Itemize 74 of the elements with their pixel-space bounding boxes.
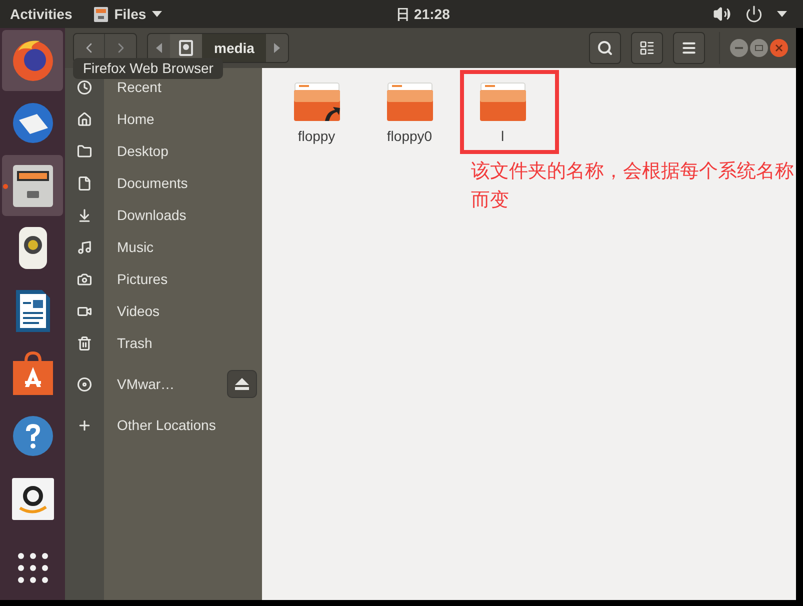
trash-icon [77, 336, 92, 350]
camera-icon [77, 272, 92, 286]
home-icon [77, 112, 92, 126]
file-cabinet-icon [10, 162, 54, 209]
sidebar-label: Home [117, 110, 154, 128]
eject-button[interactable] [227, 370, 257, 398]
sidebar-item[interactable]: Pictures [65, 263, 262, 295]
download-icon [77, 208, 92, 222]
sidebar-item[interactable]: Videos [65, 295, 262, 327]
sidebar-label: Music [117, 238, 154, 256]
sidebar-label: Videos [117, 302, 160, 320]
shopping-bag-icon [10, 350, 54, 397]
arrow-left-icon [156, 43, 162, 53]
path-button[interactable]: media [202, 34, 266, 62]
eject-icon [235, 378, 249, 390]
sidebar-item[interactable]: Other Locations [65, 409, 262, 441]
volume-icon[interactable] [713, 5, 731, 23]
sidebar-label: Pictures [117, 270, 168, 288]
sidebar-item[interactable]: VMwar… [65, 368, 262, 400]
folder-icon [292, 81, 340, 123]
folder-icon [478, 81, 526, 123]
sidebar-item[interactable]: Trash [65, 327, 262, 359]
clock[interactable]: 日 21:28 [396, 4, 450, 24]
sidebar-label: Recent [117, 78, 162, 96]
arrow-right-icon [274, 43, 280, 53]
folder-name: l [500, 127, 504, 146]
close-icon [775, 44, 783, 52]
tooltip: Firefox Web Browser [73, 58, 224, 79]
menu-button[interactable] [673, 32, 705, 64]
file-icon [77, 176, 92, 190]
dock-item[interactable] [2, 155, 63, 216]
activities-button[interactable]: Activities [10, 4, 72, 24]
clock-icon [77, 80, 92, 94]
caret-icon [152, 11, 162, 17]
search-icon [597, 40, 613, 56]
help-icon [12, 415, 54, 458]
drive-icon [179, 40, 193, 56]
minus-icon [735, 47, 743, 49]
sidebar-label: Other Locations [117, 416, 216, 434]
file-cabinet-icon [94, 6, 108, 22]
folder-icon [77, 144, 92, 158]
list-view-icon [639, 40, 655, 56]
caret-icon[interactable] [777, 11, 787, 17]
app-menu[interactable]: Files [114, 4, 146, 24]
sidebar-item[interactable]: Documents [65, 167, 262, 199]
folder-name: floppy0 [386, 127, 432, 146]
annotation-text: 该文件夹的名称，会根据每个系统名称而变 [471, 160, 795, 213]
folder-icon [386, 81, 434, 123]
disc-icon [77, 376, 92, 392]
view-toggle-button[interactable] [631, 32, 663, 64]
sidebar-item[interactable]: Music [65, 231, 262, 263]
sidebar-item[interactable]: Downloads [65, 199, 262, 231]
folder-item[interactable]: floppy [270, 81, 363, 147]
plus-icon [77, 418, 92, 432]
minimize-button[interactable] [730, 39, 748, 57]
sidebar-item[interactable]: Desktop [65, 135, 262, 167]
sidebar-label: Desktop [117, 142, 168, 161]
sidebar-label: Trash [117, 334, 152, 352]
menu-icon [681, 40, 697, 56]
smile-arrow-logo-icon [12, 478, 54, 520]
sidebar-label: Downloads [117, 206, 186, 224]
music-note-icon [77, 240, 92, 254]
search-button[interactable] [589, 32, 621, 64]
maximize-button[interactable] [750, 39, 768, 57]
sidebar-label: VMwar… [117, 374, 175, 394]
folder-name: floppy [298, 127, 336, 146]
app-grid-icon [18, 552, 48, 583]
power-icon[interactable] [745, 5, 763, 23]
close-button[interactable] [770, 39, 788, 57]
square-icon [755, 45, 763, 51]
sidebar-label: Documents [117, 174, 188, 192]
folder-item[interactable]: l [456, 81, 549, 147]
sidebar-item[interactable]: Home [65, 103, 262, 135]
folder-item[interactable]: floppy0 [363, 81, 456, 147]
